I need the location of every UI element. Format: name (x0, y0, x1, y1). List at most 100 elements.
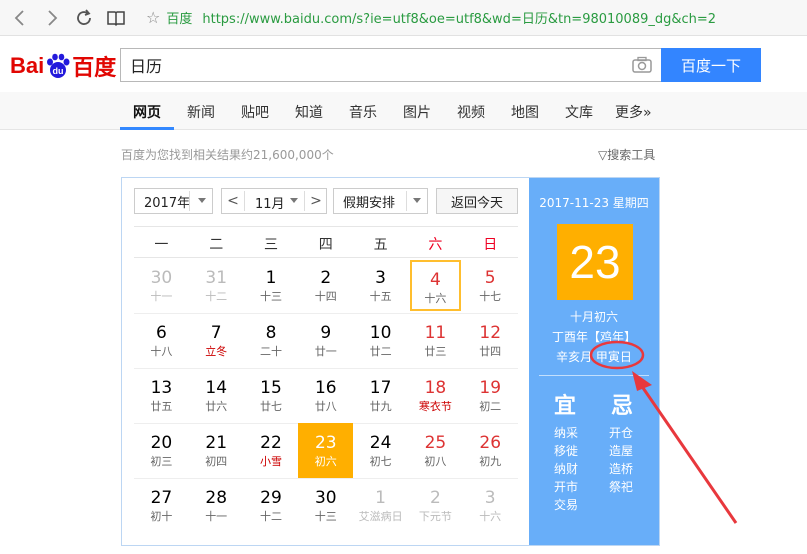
calendar-day[interactable]: 22 小雪 (244, 423, 299, 478)
calendar-day[interactable]: 19 初二 (463, 368, 518, 423)
month-day-ganzhi: 辛亥月 甲寅日 (529, 348, 659, 365)
calendar-day[interactable]: 5 十七 (463, 258, 518, 313)
search-tools-button[interactable]: ▽搜索工具 (598, 146, 655, 163)
calendar-day[interactable]: 12 廿四 (463, 313, 518, 368)
calendar-day[interactable]: 3 十六 (463, 478, 518, 533)
calendar-day[interactable]: 1 艾滋病日 (353, 478, 408, 533)
day-number: 7 (210, 323, 222, 343)
tab-zhidao[interactable]: 知道 (295, 102, 323, 122)
calendar-day[interactable]: 16 廿八 (298, 368, 353, 423)
calendar-day[interactable]: 17 廿九 (353, 368, 408, 423)
weekday-label: 一 (154, 237, 169, 253)
calendar-day[interactable]: 9 廿一 (298, 313, 353, 368)
holiday-select[interactable]: 假期安排 (333, 188, 428, 214)
tab-news[interactable]: 新闻 (187, 102, 215, 122)
weekday-label: 五 (373, 237, 388, 253)
address-bar[interactable]: ☆ 百度 https://www.baidu.com/s?ie=utf8&oe=… (146, 8, 716, 27)
calendar-day[interactable]: 21 初四 (189, 423, 244, 478)
return-today-button[interactable]: 返回今天 (436, 188, 518, 214)
lunar-date: 十月初六 (569, 310, 618, 324)
lunar-day: 廿七 (259, 400, 282, 413)
calendar-day[interactable]: 1 十三 (244, 258, 299, 313)
day-ganzhi: 甲寅日 (595, 350, 632, 364)
calendar-day[interactable]: 31 十二 (189, 258, 244, 313)
tab-map[interactable]: 地图 (511, 102, 539, 122)
next-month-button[interactable]: > (305, 189, 327, 213)
calendar-day[interactable]: 4 十六 (410, 260, 461, 311)
back-icon[interactable] (8, 6, 32, 30)
day-number: 20 (150, 433, 173, 453)
search-input[interactable]: 日历 (120, 48, 661, 82)
tab-wenku[interactable]: 文库 (565, 102, 593, 122)
star-icon[interactable]: ☆ (146, 8, 160, 27)
day-number: 27 (150, 488, 173, 508)
year-ganzhi: 丁酉年【鸡年】 (551, 330, 636, 344)
calendar-day[interactable]: 3 十五 (353, 258, 408, 313)
day-detail-panel: 2017-11-23 星期四 23 十月初六 丁酉年【鸡年】 辛亥月 甲寅日 宜… (529, 178, 659, 545)
day-number: 19 (479, 378, 502, 398)
calendar-day[interactable]: 29 十二 (244, 478, 299, 533)
ji-label: 忌 (611, 394, 634, 419)
logo-text-bai: Bai (10, 53, 45, 78)
weekday-label: 六 (428, 237, 443, 253)
tab-video[interactable]: 视频 (457, 102, 485, 122)
tab-images[interactable]: 图片 (403, 102, 431, 122)
calendar-day[interactable]: 15 廿七 (244, 368, 299, 423)
lunar-day: 廿六 (205, 400, 228, 413)
tab-more[interactable]: 更多» (615, 102, 652, 122)
baidu-logo[interactable]: Bai du 百度 (10, 50, 116, 82)
reload-icon[interactable] (72, 6, 96, 30)
calendar-day[interactable]: 8 二十 (244, 313, 299, 368)
calendar-day[interactable]: 2 十四 (298, 258, 353, 313)
calendar-day[interactable]: 28 十一 (189, 478, 244, 533)
day-number: 9 (320, 323, 332, 343)
year-select[interactable]: 2017年 (134, 188, 213, 214)
site-name: 百度 (166, 12, 193, 27)
calendar-day[interactable]: 18 寒衣节 (408, 368, 463, 423)
calendar-day[interactable]: 30 十三 (298, 478, 353, 533)
calendar-day[interactable]: 23 初六 (298, 423, 354, 478)
calendar-day[interactable]: 24 初七 (353, 423, 408, 478)
day-number: 15 (260, 378, 282, 398)
calendar-day[interactable]: 25 初八 (408, 423, 463, 478)
prev-month-button[interactable]: < (222, 189, 244, 213)
lunar-day: 十六 (424, 292, 447, 305)
calendar-day[interactable]: 10 廿二 (353, 313, 408, 368)
lunar-day: 十四 (314, 290, 337, 303)
chevron-down-icon (290, 198, 298, 203)
lunar-day: 初六 (314, 455, 337, 468)
weekday-label: 日 (483, 237, 498, 253)
url-text[interactable]: https://www.baidu.com/s?ie=utf8&oe=utf8&… (202, 8, 716, 27)
tab-tieba[interactable]: 贴吧 (241, 102, 269, 122)
calendar-day[interactable]: 30 十一 (134, 258, 189, 313)
search-query[interactable]: 日历 (130, 53, 631, 77)
calendar-day[interactable]: 20 初三 (134, 423, 189, 478)
lunar-day: 十二 (259, 510, 282, 523)
day-number: 28 (205, 488, 228, 508)
big-day-number: 23 (557, 224, 633, 300)
calendar-day[interactable]: 13 廿五 (134, 368, 189, 423)
calendar-day[interactable]: 27 初十 (134, 478, 189, 533)
year-value: 2017年 (144, 195, 191, 211)
calendar-day[interactable]: 6 十八 (134, 313, 189, 368)
tab-web[interactable]: 网页 (133, 102, 161, 122)
month-select[interactable]: < 11月 > (221, 188, 327, 214)
ji-item: 造屋 (609, 444, 634, 458)
calendar-day[interactable]: 7 立冬 (189, 313, 244, 368)
calendar-main: 2017年 < 11月 > 假期安排 返回今天 一 二 三 四 五 六 日 30 (122, 178, 529, 545)
lunar-day: 初九 (479, 455, 502, 468)
calendar-day[interactable]: 14 廿六 (189, 368, 244, 423)
day-number: 4 (429, 270, 441, 290)
camera-icon[interactable] (631, 55, 653, 75)
calendar-day[interactable]: 26 初九 (463, 423, 518, 478)
reader-icon[interactable] (104, 6, 128, 30)
day-number: 12 (479, 323, 502, 343)
tab-music[interactable]: 音乐 (349, 102, 377, 122)
logo-text-cn: 百度 (72, 56, 117, 81)
lunar-day: 小雪 (259, 455, 282, 468)
search-button[interactable]: 百度一下 (661, 48, 761, 82)
forward-icon[interactable] (40, 6, 64, 30)
calendar-widget: 2017年 < 11月 > 假期安排 返回今天 一 二 三 四 五 六 日 30 (121, 177, 660, 546)
calendar-day[interactable]: 2 下元节 (408, 478, 463, 533)
calendar-day[interactable]: 11 廿三 (408, 313, 463, 368)
